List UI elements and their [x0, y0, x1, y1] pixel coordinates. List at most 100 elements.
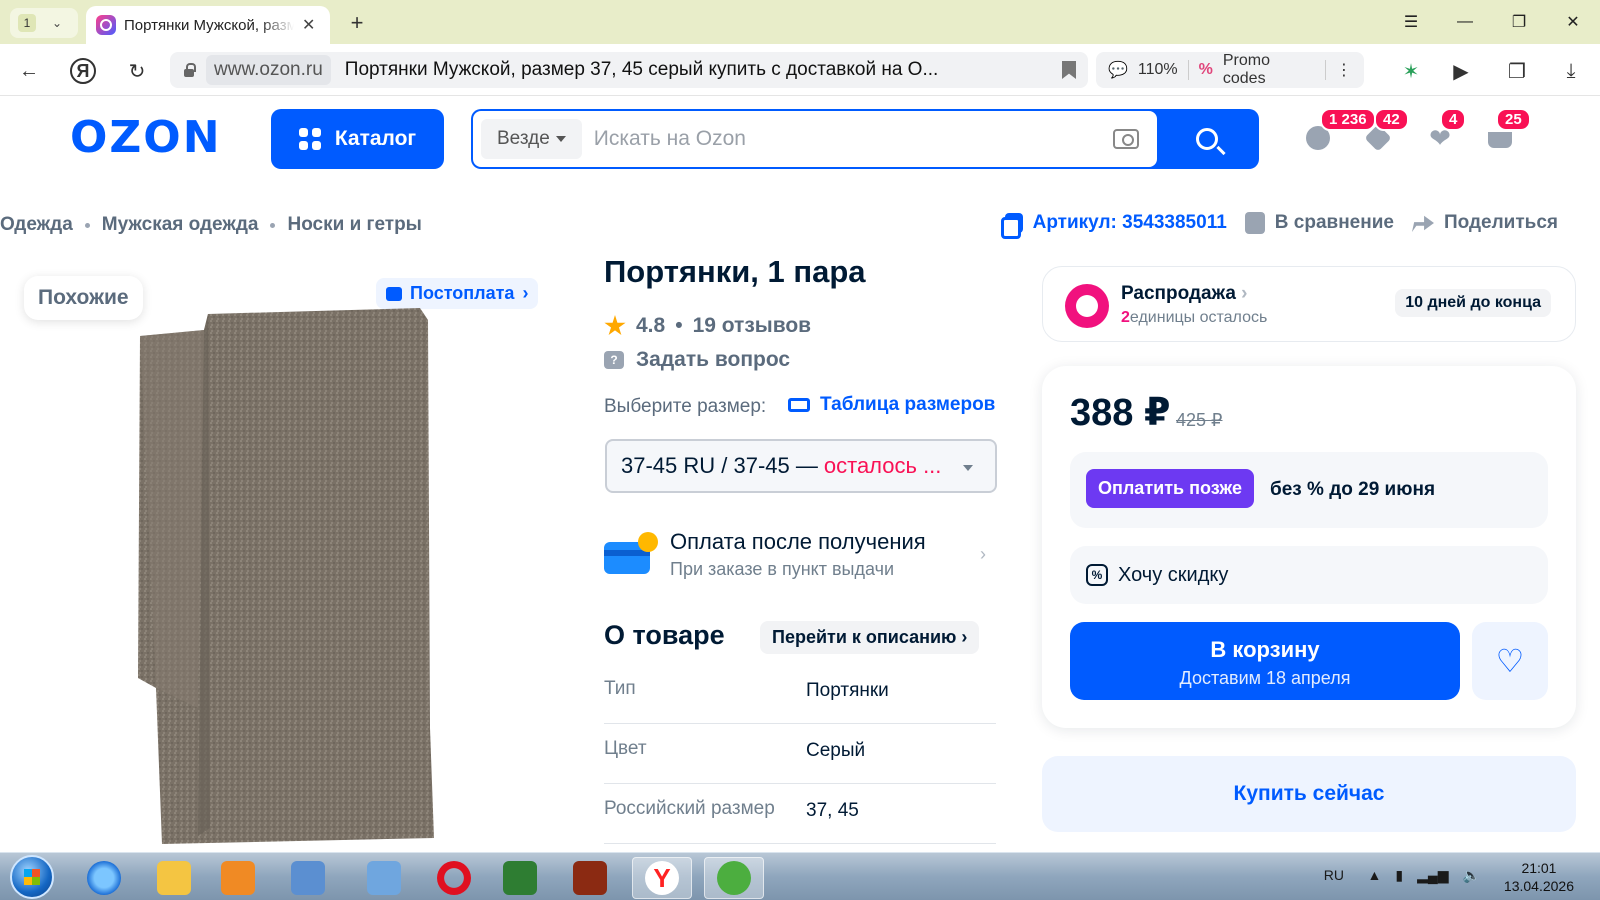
pay-later-button[interactable]: Оплатить позже [1086, 469, 1254, 508]
size-label: Выберите размер: [604, 396, 767, 417]
taskbar-media-icon[interactable] [208, 857, 268, 899]
price: 388 ₽ [1070, 392, 1171, 434]
bookmark-icon[interactable] [1062, 61, 1076, 79]
want-discount-button[interactable]: % Хочу скидку [1070, 546, 1548, 604]
clock[interactable]: 21:01 13.04.2026 [1504, 859, 1574, 895]
compare-button[interactable]: В сравнение [1244, 212, 1394, 234]
sale-banner[interactable]: Распродажа › 2единицы осталось 10 дней д… [1042, 266, 1576, 342]
lock-icon [182, 63, 196, 77]
go-to-description-button[interactable]: Перейти к описанию › [760, 621, 980, 654]
close-tab-icon[interactable]: ✕ [302, 15, 315, 35]
taskbar-explorer-icon[interactable] [144, 857, 204, 899]
postpay-badge[interactable]: Постоплата › [376, 278, 539, 309]
tab-count: 1 [18, 14, 36, 32]
cart-button[interactable]: 25 [1486, 108, 1531, 152]
taskbar-computer-icon[interactable] [278, 857, 338, 899]
size-select[interactable]: 37-45 RU / 37-45 — осталось ... [605, 439, 997, 493]
catalog-button[interactable]: Каталог [271, 109, 444, 169]
reload-icon[interactable]: ↻ [122, 56, 152, 86]
add-to-cart-label: В корзину [1210, 637, 1320, 662]
pay-later-terms: без % до 29 июня [1270, 479, 1436, 500]
orders-button[interactable]: 42 [1364, 108, 1409, 152]
signal-icon[interactable]: ▂▄▆ [1417, 867, 1448, 884]
product-meta: Артикул: 3543385011 В сравнение Поделить… [1000, 212, 1558, 239]
taskbar-opera-icon[interactable] [424, 857, 484, 899]
divider [1187, 60, 1189, 80]
new-tab-button[interactable]: + [344, 10, 370, 36]
caret-down-icon [555, 136, 566, 142]
chat-icon[interactable]: 💬 [1108, 60, 1128, 80]
basket-icon [1488, 132, 1512, 148]
size-table-link[interactable]: Таблица размеров [788, 394, 995, 416]
taskbar-ie-icon[interactable] [74, 857, 134, 899]
buy-now-button[interactable]: Купить сейчас [1042, 756, 1576, 832]
chevron-right-icon: › [961, 627, 968, 647]
media-icon[interactable]: ▶ [1448, 58, 1474, 84]
address-bar: ← Я ↻ www.ozon.ru Портянки Мужской, разм… [0, 44, 1600, 96]
more-icon[interactable]: ⋮ [1336, 60, 1352, 80]
similar-button[interactable]: Похожие [24, 276, 143, 320]
start-button[interactable] [10, 855, 54, 899]
spec-row: Российский размер 37, 45 [604, 784, 996, 844]
rating-link[interactable]: 4.8 • 19 отзывов [604, 314, 811, 338]
browser-tab-bar: 1 ⌄ Портянки Мужской, размер 37, 45 серы… [0, 0, 1600, 44]
back-icon[interactable]: ← [14, 56, 44, 86]
breadcrumb-item[interactable]: Одежда [0, 214, 73, 236]
breadcrumb-item[interactable]: Носки и гетры [287, 214, 421, 236]
device-icon[interactable]: ▮ [1395, 867, 1403, 884]
share-button[interactable]: Поделиться [1411, 212, 1558, 234]
search-icon [1196, 128, 1218, 150]
search-button[interactable] [1155, 109, 1259, 169]
reviews-count: 19 отзывов [692, 314, 812, 337]
spec-value: Портянки [806, 680, 889, 701]
pay-after-receipt[interactable]: Оплата после получения При заказе в пунк… [604, 524, 996, 584]
breadcrumb-item[interactable]: Мужская одежда [102, 214, 259, 236]
yandex-icon[interactable]: Я [70, 58, 96, 84]
search-scope-select[interactable]: Везде [481, 119, 582, 159]
tab-counter[interactable]: 1 ⌄ [10, 8, 78, 38]
collections-icon[interactable]: ❐ [1504, 58, 1530, 84]
zoom-level[interactable]: 110% [1138, 61, 1178, 79]
taskbar-utorrent-icon[interactable] [704, 857, 764, 899]
search-box: Везде [473, 111, 1157, 167]
chevron-down-icon: ⌄ [52, 16, 63, 30]
divider [1325, 60, 1327, 80]
add-to-cart-button[interactable]: В корзину Доставим 18 апреля [1070, 622, 1460, 700]
extension-star-icon[interactable]: ✶ [1398, 58, 1424, 84]
taskbar-shield-icon[interactable] [490, 857, 550, 899]
profile-button[interactable]: 1 236 [1304, 108, 1376, 152]
heart-icon: ♡ [1495, 643, 1525, 679]
ozon-logo[interactable]: OZON [70, 112, 222, 163]
close-window-icon[interactable]: ✕ [1546, 0, 1600, 44]
share-icon [1411, 215, 1434, 232]
chevron-right-icon: › [980, 544, 986, 564]
pay-after-title: Оплата после получения [670, 528, 926, 554]
show-hidden-icon[interactable]: ▲ [1368, 867, 1382, 884]
download-icon[interactable]: ⤓ [1558, 58, 1584, 84]
catalog-label: Каталог [334, 127, 417, 150]
url-field[interactable]: www.ozon.ru Портянки Мужской, размер 37,… [170, 52, 1088, 88]
taskbar-network-icon[interactable] [354, 857, 414, 899]
menu-icon[interactable]: ☰ [1384, 0, 1438, 44]
question-icon: ? [604, 351, 624, 369]
promo-codes-button[interactable]: Promo codes [1223, 52, 1315, 88]
chevron-right-icon: › [522, 283, 529, 303]
taskbar-yandex-icon[interactable]: Y [632, 857, 692, 899]
tray-icons: ▲ ▮ ▂▄▆ 🔈 [1368, 867, 1480, 884]
search-input[interactable] [581, 127, 1113, 151]
about-product-heading: О товаре [604, 620, 725, 650]
browser-tab-active[interactable]: Портянки Мужской, размер 37, 45 серый ку… [86, 6, 330, 44]
taskbar-app-icon[interactable] [560, 857, 620, 899]
favorites-button[interactable]: ❤ 4 [1426, 108, 1467, 152]
ask-question-link[interactable]: ? Задать вопрос [604, 348, 790, 372]
share-label: Поделиться [1443, 212, 1558, 233]
minimize-icon[interactable]: — [1438, 0, 1492, 44]
sale-title: Распродажа › [1121, 283, 1248, 304]
volume-icon[interactable]: 🔈 [1463, 867, 1480, 884]
add-to-favorites-button[interactable]: ♡ [1472, 622, 1548, 700]
language-indicator[interactable]: RU [1324, 867, 1344, 883]
article-copy[interactable]: Артикул: 3543385011 [1000, 212, 1227, 239]
restore-icon[interactable]: ❐ [1492, 0, 1546, 44]
camera-icon[interactable] [1113, 129, 1139, 149]
product-image[interactable] [138, 308, 444, 848]
